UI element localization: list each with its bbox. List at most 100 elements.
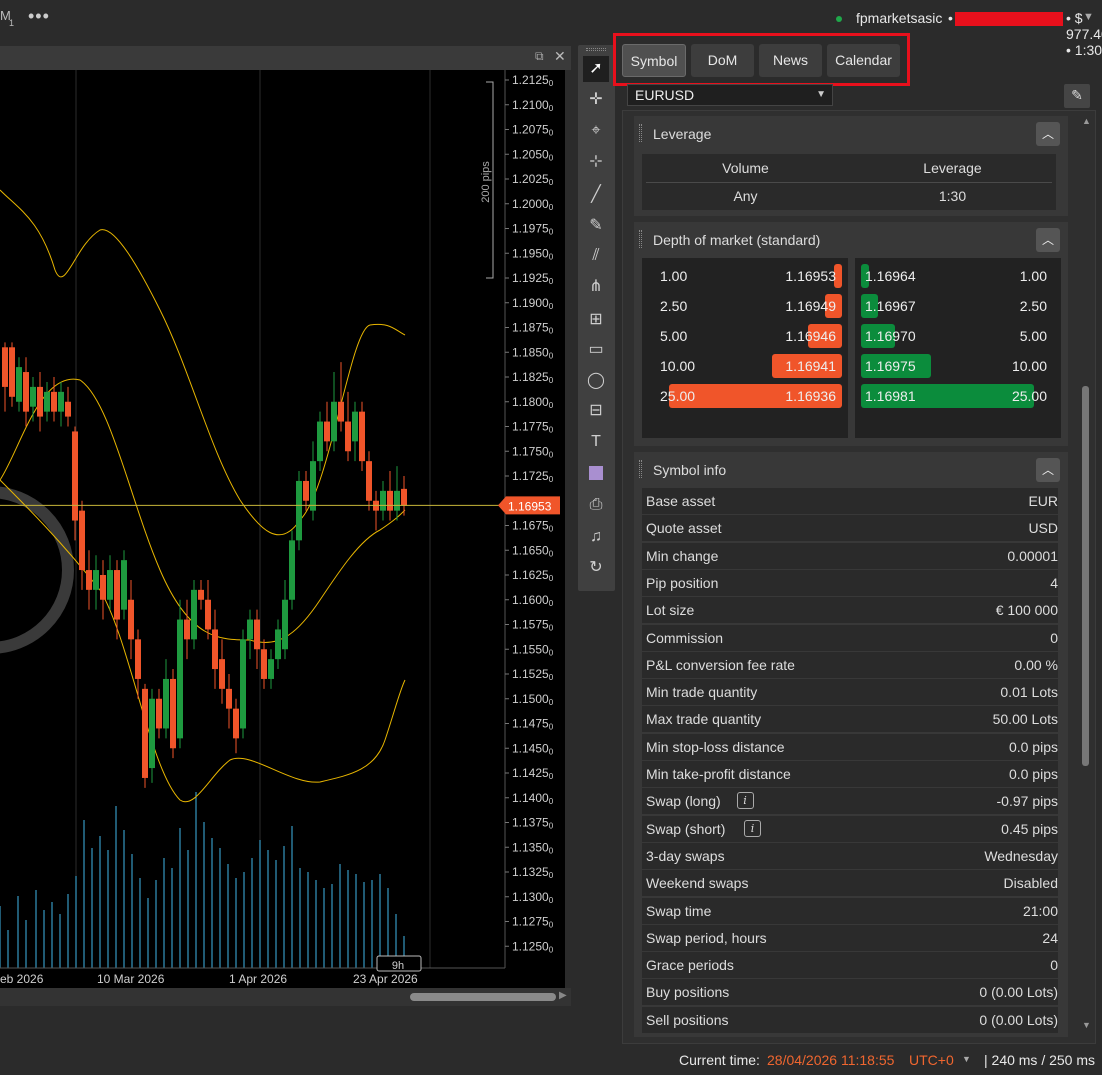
alert-bell-icon[interactable]: ♫ [583,524,609,550]
bid-volume: 2.50 [660,298,688,314]
panel-scrollbar[interactable]: ▲ ▼ [1080,116,1092,1038]
candle-body [65,401,71,417]
candle-body [23,372,29,412]
fibonacci-icon[interactable]: ⫽ [583,243,609,269]
info-label: Swap (long) [646,793,721,810]
tab-dom[interactable]: DoM [691,44,754,77]
close-chart-icon[interactable]: ✕ [554,48,566,65]
price-tick-label: 1.15750 [512,618,554,633]
latency-readout: | 240 ms / 250 ms [984,1052,1096,1068]
candle-body [156,698,162,729]
pitchfork-icon[interactable]: ⋔ [583,274,609,300]
popout-icon[interactable]: ⧉ [535,49,544,64]
edit-symbol-button[interactable]: ✎ [1064,84,1090,108]
scroll-up-icon[interactable]: ▲ [1082,116,1091,126]
price-range-icon[interactable]: ⊟ [583,398,609,424]
dom-ask-side: 1.16964 1.00 1.16967 2.50 1.16970 5.00 1.16975… [855,258,1061,438]
dom-bid-row[interactable]: 5.00 1.16946 [642,324,848,348]
chevron-down-icon: ▼ [816,89,826,100]
color-swatch-icon[interactable] [583,460,609,486]
candle-body [338,401,344,422]
panel-scroll-thumb[interactable] [1082,386,1089,766]
pencil-icon[interactable]: ✎ [583,213,609,239]
dom-ask-row[interactable]: 1.16981 25.00 [855,384,1061,408]
section-grip[interactable] [639,124,642,142]
info-label: Lot size [646,602,695,619]
collapse-symbol-info-button[interactable]: ︿ [1036,458,1060,482]
info-icon[interactable]: i [744,819,761,837]
replay-icon[interactable]: ↻ [583,555,609,581]
rectangle-icon[interactable]: ▭ [583,337,609,363]
dom-ask-row[interactable]: 1.16970 5.00 [855,324,1061,348]
chart-horizontal-scrollbar[interactable]: ▶ [0,988,571,1006]
info-value: 24 [1042,929,1058,946]
collapse-leverage-button[interactable]: ︿ [1036,122,1060,146]
account-selector[interactable]: fpmarketsasic • • $ 977.40 • 1:30 ▼ [702,10,1102,58]
dom-ask-row[interactable]: 1.16964 1.00 [855,264,1061,288]
symbol-info-section: Symbol info ︿ Base asset EUR Quote asset US… [634,452,1068,1037]
dom-bid-row[interactable]: 1.00 1.16953 [642,264,848,288]
section-grip[interactable] [639,460,642,478]
ellipse-icon[interactable]: ◯ [583,368,609,394]
dom-bid-row[interactable]: 10.00 1.16941 [642,354,848,378]
tab-news[interactable]: News [759,44,822,77]
countdown-label: 9h [392,960,404,972]
symbol-info-title: Symbol info [653,462,727,478]
timezone-selector[interactable]: UTC+0 [909,1052,954,1068]
price-tick-label: 1.19500 [512,246,554,261]
price-tick-label: 1.19000 [512,296,554,311]
info-value: 50.00 Lots [992,711,1058,728]
more-menu-icon[interactable]: ••• [28,6,50,27]
toolbar-grip[interactable] [586,48,606,51]
candle-body [191,589,197,640]
price-tick-label: 1.20500 [512,147,554,162]
scroll-right-icon[interactable]: ▶ [559,990,567,1001]
timeframe-number[interactable]: 1 [9,18,14,28]
grid-lines-icon[interactable]: ⊞ [583,307,609,333]
chart-scroll-thumb[interactable] [410,993,556,1001]
tab-calendar[interactable]: Calendar [827,44,900,77]
measure-icon[interactable]: ⊹ [583,149,609,175]
symbol-info-row: 3-day swaps Wednesday [642,842,1058,869]
symbol-info-row: Buy positions 0 (0.00 Lots) [642,979,1058,1006]
info-value: 0.00001 [1007,547,1058,564]
info-value: -0.97 pips [996,793,1058,810]
collapse-dom-button[interactable]: ︿ [1036,228,1060,252]
price-tick-label: 1.17750 [512,420,554,435]
candle-body [240,639,246,729]
candle-body [30,386,36,407]
candle-body [9,347,15,397]
candle-body [310,461,316,511]
symbol-info-row: Lot size € 100 000 [642,597,1058,624]
crosshair-icon[interactable]: ✛ [583,87,609,113]
candle-body [247,619,253,640]
candle-body [128,599,134,640]
candle-body [121,560,127,610]
account-dropdown-icon[interactable]: ▼ [1083,11,1094,23]
trendline-icon[interactable]: ╱ [583,182,609,208]
symbol-info-row: Min trade quantity 0.01 Lots [642,679,1058,706]
dom-ask-row[interactable]: 1.16967 2.50 [855,294,1061,318]
chart-canvas[interactable]: 1.21250 1.21000 1.20750 1.20500 1.20250 1.200… [0,70,565,988]
tab-symbol[interactable]: Symbol [622,44,686,77]
dom-bid-row[interactable]: 25.00 1.16936 [642,384,848,408]
scroll-down-icon[interactable]: ▼ [1082,1020,1091,1030]
ask-price: 1.16964 [865,268,916,284]
info-icon[interactable]: i [736,792,754,810]
candle-body [163,678,169,729]
dom-bid-row[interactable]: 2.50 1.16949 [642,294,848,318]
price-tick-label: 1.17250 [512,469,554,484]
camera-icon[interactable]: ⎙ [583,492,609,518]
info-label: Weekend swaps [646,875,749,892]
text-icon[interactable]: T [583,429,609,455]
price-chart[interactable]: 1.21250 1.21000 1.20750 1.20500 1.20250 1.200… [0,70,565,988]
section-grip[interactable] [639,230,642,248]
timezone-dropdown-icon[interactable]: ▼ [962,1054,971,1064]
pointer-icon[interactable]: ➚ [583,56,609,82]
symbol-select[interactable]: EURUSD ▼ [627,84,833,106]
dom-ask-row[interactable]: 1.16975 10.00 [855,354,1061,378]
info-label: Commission [646,629,724,646]
candle-body [93,570,99,590]
crosshair-dotted-icon[interactable]: ⌖ [583,118,609,144]
bid-price: 1.16949 [785,298,836,314]
